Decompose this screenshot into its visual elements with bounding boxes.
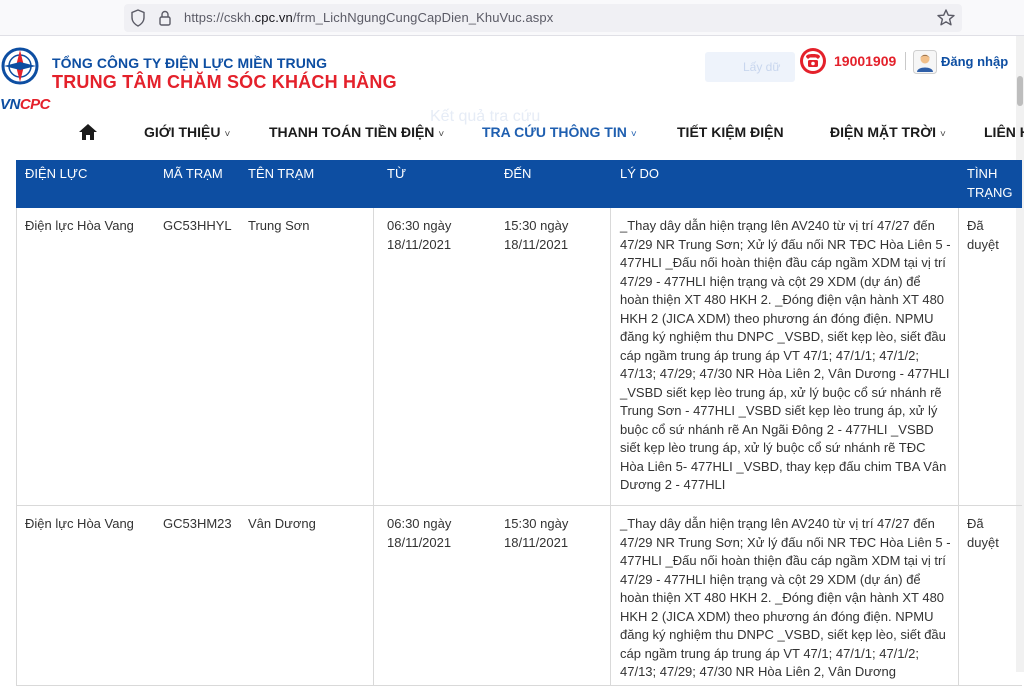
nav-item-thanh-toan[interactable]: THANH TOÁN TIỀN ĐIỆN ˅ xyxy=(269,124,444,140)
cell-border xyxy=(958,506,959,686)
cell-tinh-trang: Đã duyệt xyxy=(967,516,999,550)
nav-item-tiet-kiem[interactable]: TIẾT KIỆM ĐIỆN xyxy=(677,124,784,140)
chevron-down-icon: ˅ xyxy=(224,129,231,140)
nav-label: THANH TOÁN TIỀN ĐIỆN xyxy=(269,124,435,140)
cell-border xyxy=(610,208,611,506)
cell-border xyxy=(610,506,611,686)
header-divider xyxy=(905,52,906,70)
nav-label: TRA CỨU THÔNG TIN xyxy=(482,124,627,140)
column-header: MÃ TRẠM xyxy=(163,166,223,181)
cell-dien-luc: Điện lực Hòa Vang xyxy=(25,218,134,233)
column-header: TỪ xyxy=(387,166,407,181)
brand-vn: VN xyxy=(0,96,20,113)
url-prefix: https://cskh. xyxy=(184,10,255,25)
company-name: TỔNG CÔNG TY ĐIỆN LỰC MIỀN TRUNG xyxy=(52,55,328,71)
scrollbar-thumb[interactable] xyxy=(1017,76,1023,106)
nav-item-dien-mat-troi[interactable]: ĐIỆN MẶT TRỜI ˅ xyxy=(830,124,946,140)
column-header: LÝ DO xyxy=(620,166,660,181)
cell-den: 15:30 ngày 18/11/2021 xyxy=(504,516,569,550)
phone-icon[interactable] xyxy=(798,46,828,76)
url-text[interactable]: https://cskh.cpc.vn/frm_LichNgungCungCap… xyxy=(184,10,553,25)
column-header: ĐIỆN LỰC xyxy=(25,166,88,181)
nav-item-lien-he[interactable]: LIÊN H xyxy=(984,124,1024,140)
cell-tu: 06:30 ngày 18/11/2021 xyxy=(387,218,452,252)
chevron-down-icon: ˅ xyxy=(438,129,445,140)
nav-item-tra-cuu[interactable]: TRA CỨU THÔNG TIN ˅ xyxy=(482,124,637,140)
cell-border xyxy=(958,208,959,506)
url-host: cpc.vn xyxy=(254,10,293,25)
browser-toolbar: https://cskh.cpc.vn/frm_LichNgungCungCap… xyxy=(0,0,1024,36)
cell-border xyxy=(373,506,374,686)
cell-border xyxy=(16,208,17,506)
nav-label: TIẾT KIỆM ĐIỆN xyxy=(677,124,784,140)
star-icon[interactable] xyxy=(936,8,956,28)
user-icon[interactable] xyxy=(913,50,937,74)
cell-ma-tram: GC53HHYL xyxy=(163,218,232,233)
cell-tu: 06:30 ngày 18/11/2021 xyxy=(387,516,452,550)
cell-tinh-trang: Đã duyệt xyxy=(967,218,999,252)
nav-label: LIÊN H xyxy=(984,124,1024,140)
column-header: TÌNH TRẠNG xyxy=(967,166,1013,200)
cell-border xyxy=(373,208,374,506)
cell-ly-do: _Thay dây dẫn hiện trạng lên AV240 từ vị… xyxy=(620,516,951,679)
table-row: Điện lực Hòa Vang GC53HM23 Vân Dương 06:… xyxy=(16,506,1022,686)
fetch-data-button[interactable]: Lấy dữ xyxy=(705,52,795,82)
outage-schedule-table: ĐIỆN LỰC MÃ TRẠM TÊN TRẠM TỪ ĐẾN LÝ DO T… xyxy=(16,160,1022,686)
cell-den: 15:30 ngày 18/11/2021 xyxy=(504,218,569,252)
url-path: /frm_LichNgungCungCapDien_KhuVuc.aspx xyxy=(292,10,554,25)
cell-ten-tram: Trung Sơn xyxy=(248,218,310,233)
lock-icon[interactable] xyxy=(157,9,173,27)
table-header: ĐIỆN LỰC MÃ TRẠM TÊN TRẠM TỪ ĐẾN LÝ DO T… xyxy=(16,160,1022,208)
column-header: ĐẾN xyxy=(504,166,532,181)
cell-ly-do: _Thay dây dẫn hiện trạng lên AV240 từ vị… xyxy=(620,218,951,492)
cell-border xyxy=(16,506,17,686)
brand-wordmark: VNCPC xyxy=(0,96,51,113)
home-icon[interactable] xyxy=(78,123,98,141)
chevron-down-icon: ˅ xyxy=(940,129,946,140)
cpc-logo-icon[interactable] xyxy=(0,44,46,92)
cell-ten-tram: Vân Dương xyxy=(248,516,316,531)
cell-dien-luc: Điện lực Hòa Vang xyxy=(25,516,134,531)
table-row: Điện lực Hòa Vang GC53HHYL Trung Sơn 06:… xyxy=(16,208,1022,506)
shield-icon[interactable] xyxy=(130,9,146,27)
nav-label: GIỚI THIỆU xyxy=(144,124,221,140)
brand-cpc: CPC xyxy=(19,96,51,113)
chevron-down-icon: ˅ xyxy=(630,129,637,140)
column-header: TÊN TRẠM xyxy=(248,166,315,181)
nav-item-gioi-thieu[interactable]: GIỚI THIỆU ˅ xyxy=(144,124,230,140)
login-link[interactable]: Đăng nhập xyxy=(941,54,1008,69)
site-title: TRUNG TÂM CHĂM SÓC KHÁCH HÀNG xyxy=(52,72,397,92)
nav-label: ĐIỆN MẶT TRỜI xyxy=(830,124,937,140)
hotline-number[interactable]: 19001909 xyxy=(834,53,896,69)
cell-ma-tram: GC53HM23 xyxy=(163,516,232,531)
